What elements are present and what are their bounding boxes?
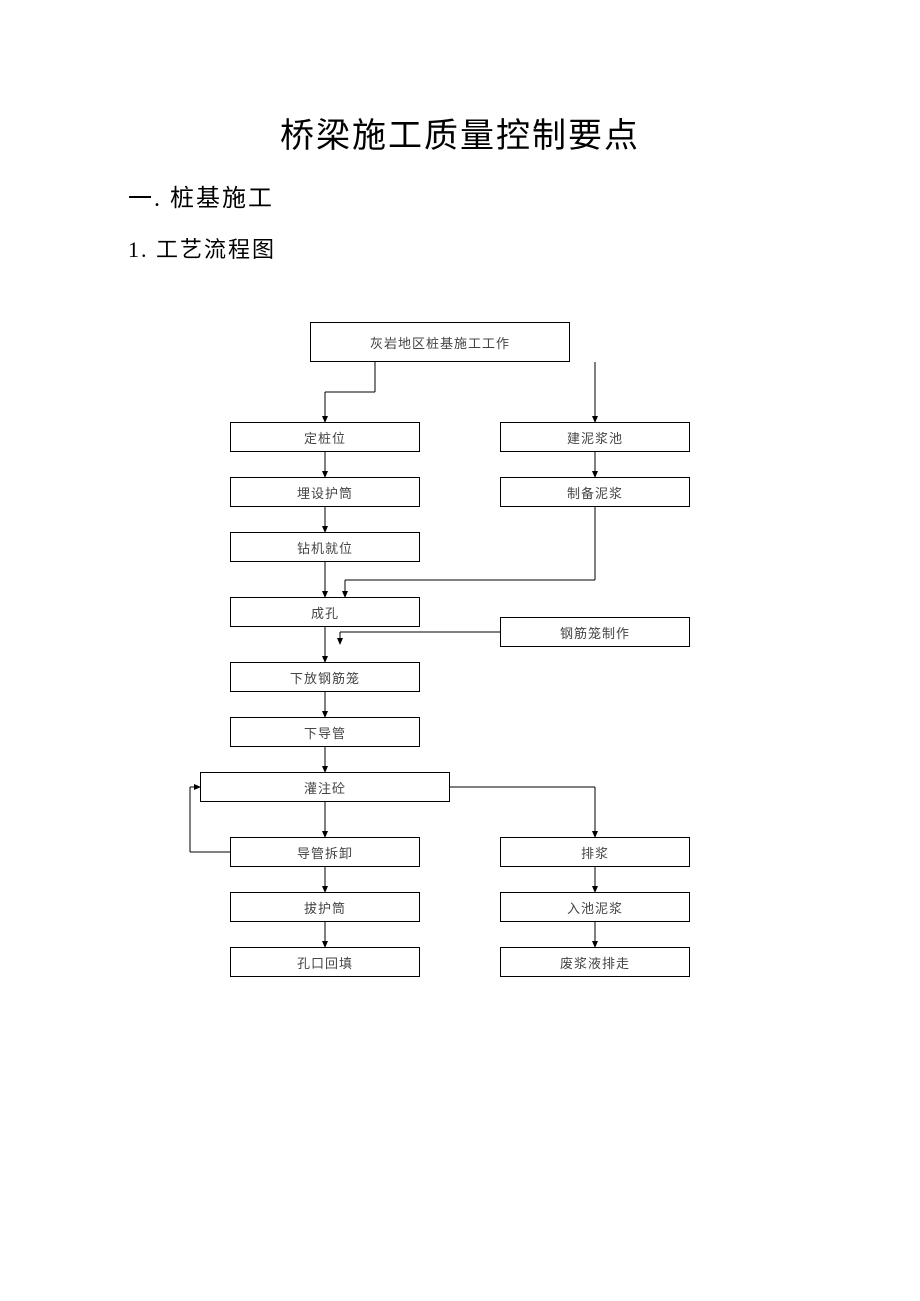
flowchart-arrows	[200, 322, 760, 1002]
page: 桥梁施工质量控制要点 一. 桩基施工 1. 工艺流程图 灰岩地区桩基施工工作 定…	[0, 0, 920, 1301]
subsection-heading-1: 1. 工艺流程图	[128, 232, 276, 264]
flowchart: 灰岩地区桩基施工工作 定桩位 建泥浆池 埋设护筒 制备泥浆 钻机就位 成孔 钢筋…	[200, 322, 760, 1002]
section-heading-1: 一. 桩基施工	[128, 178, 274, 213]
page-title: 桥梁施工质量控制要点	[0, 108, 920, 157]
